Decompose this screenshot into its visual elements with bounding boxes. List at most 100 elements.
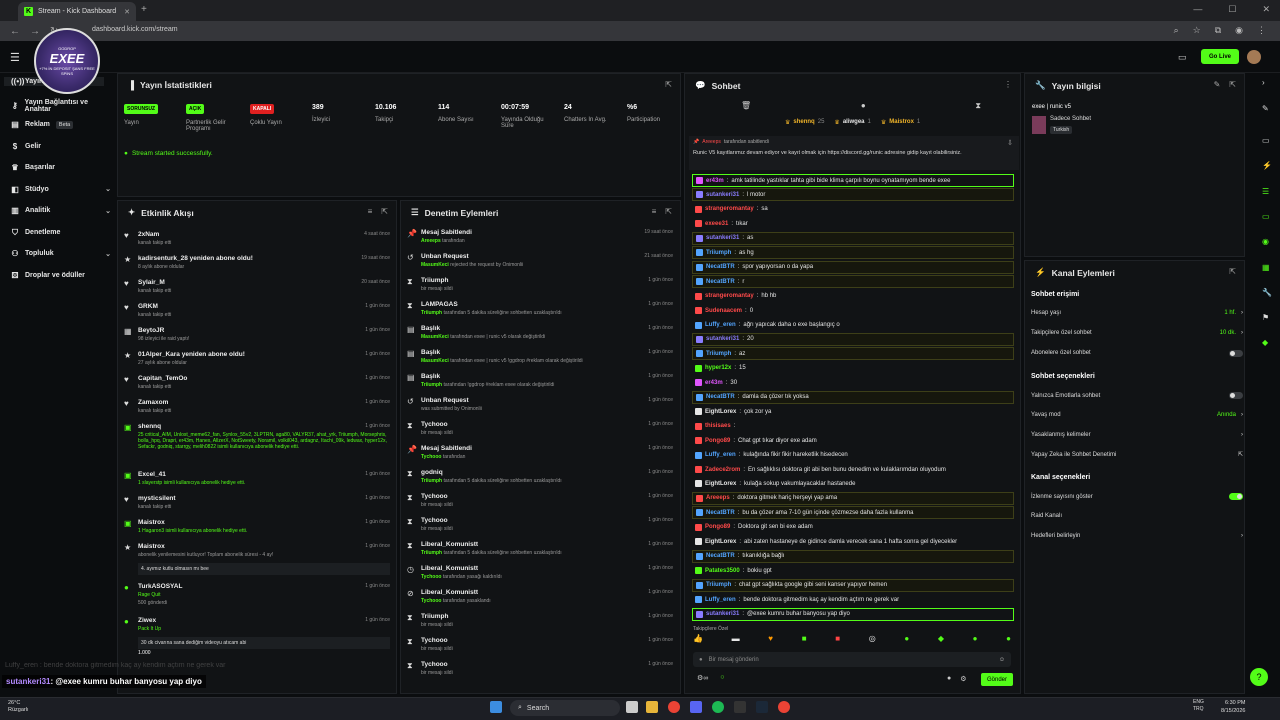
extensions-icon[interactable]: ⧉ (1215, 25, 1221, 36)
chat-username[interactable]: hyper12x (705, 365, 731, 371)
chat-username[interactable]: Triiumph (706, 582, 731, 588)
browser-tab[interactable]: K Stream - Kick Dashboard ✕ (18, 2, 136, 21)
profile-icon[interactable]: ◉ (1235, 25, 1243, 36)
sidebar-item[interactable]: ◧ Stüdyo ⌄ (11, 185, 111, 194)
chat-username[interactable]: NecatBTR (706, 553, 735, 559)
chat-username[interactable]: Pongo89 (705, 524, 730, 530)
emote-icon[interactable]: ● (973, 634, 978, 643)
clock[interactable]: 6:30 PM 8/15/2026 (1221, 699, 1245, 715)
action-row[interactable]: Yapay Zeka ile Sohbet Denetimi ⇱ (1031, 451, 1243, 459)
edit-icon[interactable]: ✎ (1214, 80, 1221, 89)
rail-edit-icon[interactable]: ✎ (1262, 104, 1269, 113)
sidebar-item[interactable]: ♛ Başarılar (11, 163, 111, 172)
close-window-icon[interactable]: ✕ (1262, 4, 1270, 15)
rail-shield-icon[interactable]: ◆ (1262, 338, 1268, 347)
popout-icon[interactable]: ⇱ (665, 207, 672, 216)
chat-username[interactable]: EightLorex (705, 481, 736, 487)
spotify-icon[interactable] (712, 701, 724, 713)
gear-icon[interactable]: ⚙ (960, 675, 966, 683)
back-icon[interactable]: ← (10, 26, 20, 37)
action-row[interactable]: Yavaş mod Anında › (1031, 412, 1243, 418)
chat-username[interactable]: strangeromantay (705, 206, 754, 212)
taskbar-search[interactable]: ⌕ Search (510, 700, 620, 716)
action-row[interactable]: İzlenme sayısını göster (1031, 493, 1243, 500)
rail-people-icon[interactable]: ⚑ (1262, 313, 1269, 322)
points-icon[interactable]: ○ (720, 674, 724, 682)
chat-username[interactable]: sutankeri31 (706, 611, 739, 617)
sidebar-item[interactable]: ▥ Analitik ⌄ (11, 206, 111, 215)
action-row[interactable]: Takipçilere özel sohbet 10 dk. › (1031, 330, 1243, 336)
chat-username[interactable]: Sudenaacem (705, 308, 742, 314)
chat-username[interactable]: NecatBTR (706, 394, 735, 400)
chat-username[interactable]: Triiumph (706, 250, 731, 256)
rail-chat-icon[interactable]: ▭ (1262, 212, 1270, 221)
rail-lightning-icon[interactable]: ⚡ (1262, 161, 1272, 170)
emote-icon[interactable]: ■ (835, 634, 840, 643)
chat-username[interactable]: Zadece2rom (705, 467, 740, 473)
chat-username[interactable]: er43m (705, 380, 723, 386)
rail-expand-icon[interactable]: › (1262, 78, 1265, 87)
unpin-icon[interactable]: ⇩ (1007, 139, 1013, 147)
discord-icon[interactable] (690, 701, 702, 713)
forward-icon[interactable]: → (30, 26, 40, 37)
chat-username[interactable]: Luffy_eren (705, 452, 736, 458)
trash-icon[interactable]: 🗑 (741, 101, 751, 111)
action-row[interactable]: Hedefleri belirleyin › (1031, 533, 1243, 539)
popout-icon[interactable]: ⇱ (381, 207, 388, 216)
action-row[interactable]: Raid Kanalı (1031, 513, 1243, 519)
chat-username[interactable]: sutankeri31 (706, 235, 739, 241)
cast-icon[interactable]: ▭ (1178, 52, 1187, 63)
chat-bubble-icon[interactable]: ● (947, 675, 951, 683)
chat-input[interactable]: ● Bir mesaj gönderin ☺ (693, 652, 1011, 667)
chat-username[interactable]: NecatBTR (706, 510, 735, 516)
user-avatar[interactable] (1247, 50, 1261, 64)
popout-icon[interactable]: ⇱ (665, 80, 672, 89)
emoji-icon[interactable]: ☺ (999, 657, 1005, 663)
chat-tools-icon[interactable]: ⚙∞ (697, 674, 708, 682)
popout-icon[interactable]: ⇱ (1229, 80, 1236, 89)
terminal-icon[interactable] (734, 701, 746, 713)
emote-icon[interactable]: ♥ (768, 634, 773, 643)
chat-username[interactable]: EightLorex (705, 409, 736, 415)
toggle-switch[interactable] (1229, 493, 1243, 500)
chat-username[interactable]: exeee31 (705, 221, 728, 227)
send-button[interactable]: Gönder (981, 673, 1013, 686)
chrome-icon[interactable] (668, 701, 680, 713)
emote-icon[interactable]: ◎ (869, 634, 876, 643)
action-row[interactable]: Yalnızca Emotlarla sohbet (1031, 392, 1243, 399)
steam-icon[interactable] (756, 701, 768, 713)
toggle-switch[interactable] (1229, 349, 1243, 357)
chat-username[interactable]: Triiumph (706, 351, 731, 357)
help-button[interactable]: ? (1250, 668, 1268, 686)
chat-username[interactable]: thisisaes (705, 423, 731, 429)
maximize-icon[interactable]: ☐ (1228, 4, 1236, 15)
start-icon[interactable] (490, 701, 502, 713)
chat-username[interactable]: Luffy_eren (705, 322, 736, 328)
url-text[interactable]: dashboard.kick.com/stream (92, 26, 178, 33)
chat-bubble-icon[interactable]: ● (861, 101, 866, 111)
chat-username[interactable]: sutankeri31 (706, 192, 739, 198)
chat-username[interactable]: er43m (706, 178, 724, 184)
taskview-icon[interactable] (626, 701, 638, 713)
chat-username[interactable]: Areeeps (706, 495, 730, 501)
emote-icon[interactable]: 👍 (693, 634, 703, 643)
language-indicator[interactable]: ENG TRQ (1193, 699, 1204, 713)
sidebar-item[interactable]: ⛉ Denetleme (11, 228, 111, 238)
chrome-icon[interactable] (778, 701, 790, 713)
rail-list-icon[interactable]: ☰ (1262, 187, 1269, 196)
chat-username[interactable]: EightLorex (705, 539, 736, 545)
emote-icon[interactable]: ■ (802, 634, 807, 643)
zoom-icon[interactable]: ⌕ (1174, 25, 1179, 36)
filter-icon[interactable]: ≡ (368, 207, 373, 216)
chat-username[interactable]: Patates3500 (705, 568, 740, 574)
action-row[interactable]: Hesap yaşı 1 hf. › (1031, 310, 1243, 316)
rail-wrench-icon[interactable]: 🔧 (1262, 288, 1272, 297)
emote-icon[interactable]: ◆ (938, 634, 944, 643)
action-row[interactable]: Yasaklanmış kelimeler › (1031, 432, 1243, 438)
emote-icon[interactable]: ▬ (732, 634, 740, 643)
explorer-icon[interactable] (646, 701, 658, 713)
chat-username[interactable]: Pongo89 (705, 438, 730, 444)
weather-widget[interactable]: 26°C Rüzgarlı (8, 700, 28, 714)
close-tab-icon[interactable]: ✕ (124, 8, 130, 16)
rail-stats-icon[interactable]: ▦ (1262, 263, 1270, 272)
